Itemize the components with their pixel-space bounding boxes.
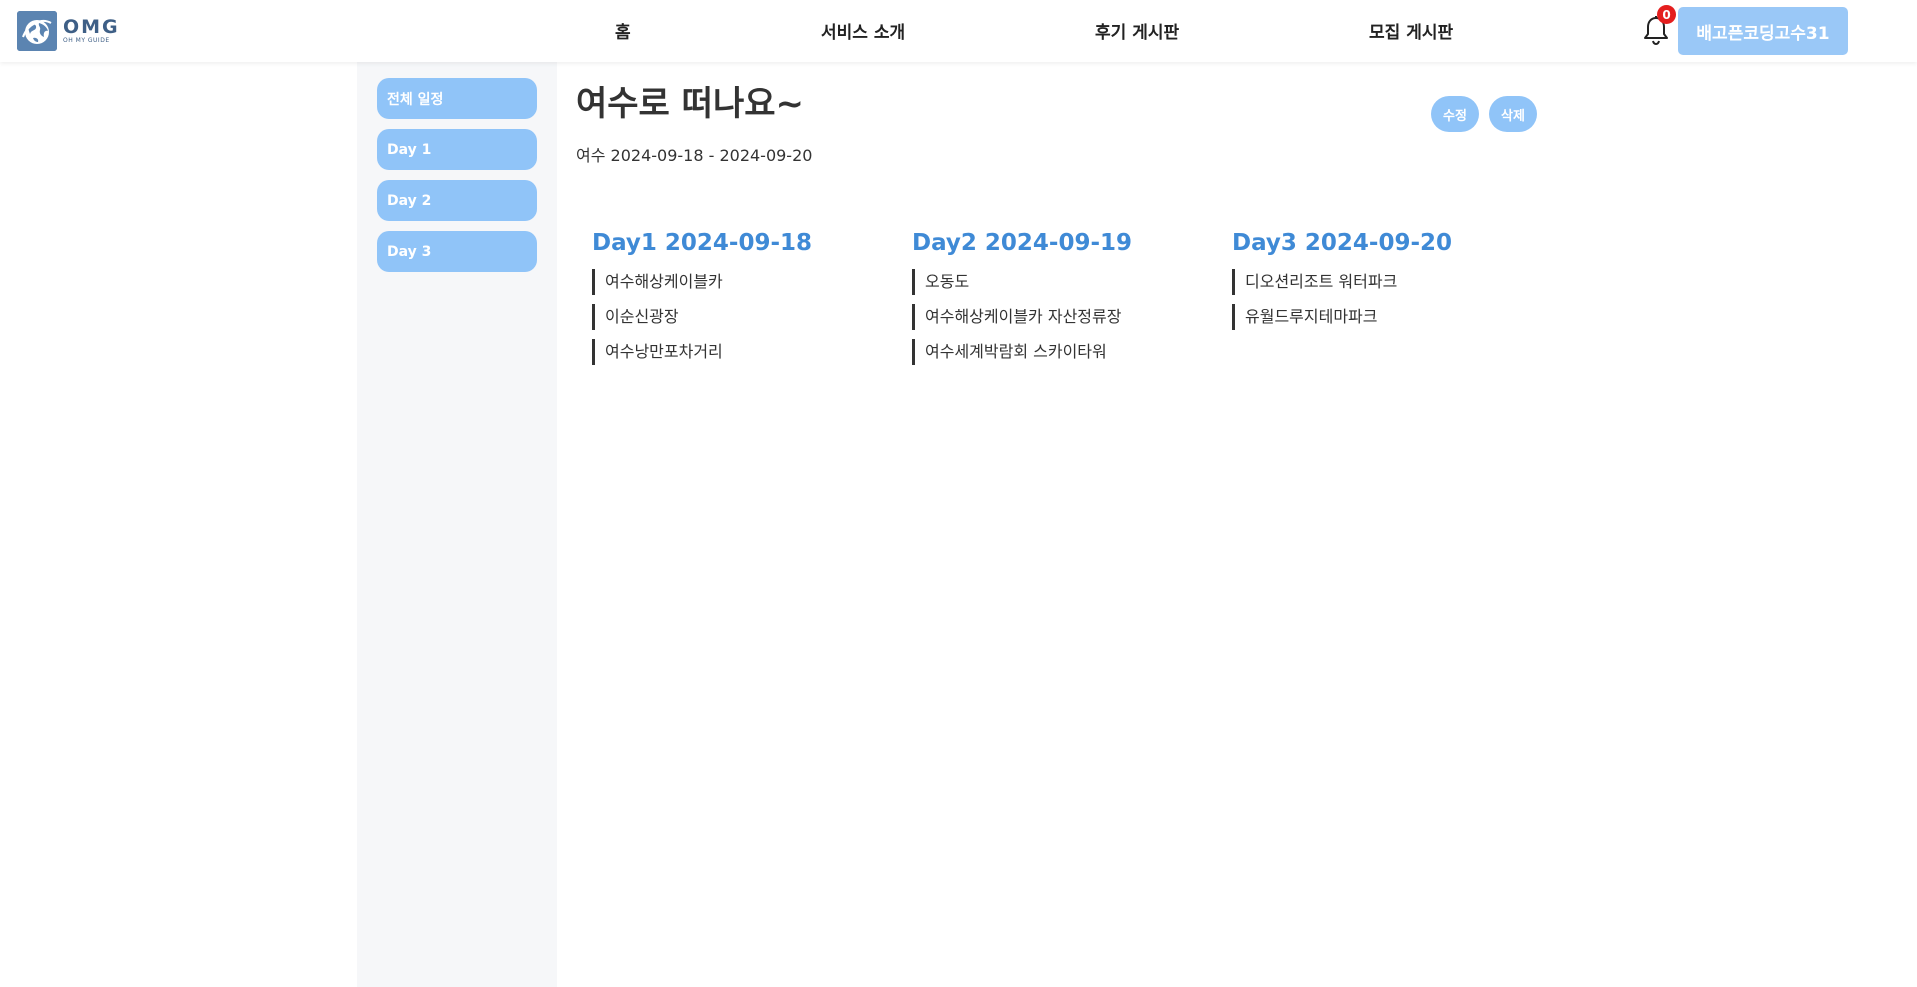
day-heading: Day2 2024-09-19 <box>912 230 1133 256</box>
nav-recruit-board[interactable]: 모집 게시판 <box>1369 18 1453 43</box>
sidebar-item-all-schedule[interactable]: 전체 일정 <box>377 78 537 119</box>
place-item: 이순신광장 <box>592 304 812 330</box>
place-item: 여수낭만포차거리 <box>592 339 812 365</box>
day-column-2: Day2 2024-09-19 오동도 여수해상케이블카 자산정류장 여수세계박… <box>912 226 1132 365</box>
edit-button[interactable]: 수정 <box>1431 96 1479 132</box>
day-heading: Day1 2024-09-18 <box>592 230 813 256</box>
nav-service-intro[interactable]: 서비스 소개 <box>821 18 905 43</box>
place-item: 여수해상케이블카 <box>592 269 812 295</box>
day-sidebar: 전체 일정 Day 1 Day 2 Day 3 <box>357 62 557 987</box>
place-item: 유월드루지테마파크 <box>1232 304 1452 330</box>
logo-subtitle: OH MY GUIDE <box>63 37 110 44</box>
day-column-1: Day1 2024-09-18 여수해상케이블카 이순신광장 여수낭만포차거리 <box>592 226 812 365</box>
place-item: 여수세계박람회 스카이타워 <box>912 339 1132 365</box>
globe-logo-icon <box>17 11 57 51</box>
nav-review-board[interactable]: 후기 게시판 <box>1095 18 1179 43</box>
sidebar-item-day-3[interactable]: Day 3 <box>377 231 537 272</box>
place-item: 여수해상케이블카 자산정류장 <box>912 304 1132 330</box>
nav-home[interactable]: 홈 <box>615 18 631 43</box>
day-column-3: Day3 2024-09-20 디오션리조트 워터파크 유월드루지테마파크 <box>1232 226 1452 330</box>
top-header: OMG OH MY GUIDE 홈 서비스 소개 후기 게시판 모집 게시판 0… <box>0 0 1917 62</box>
day-heading: Day3 2024-09-20 <box>1232 230 1453 256</box>
logo[interactable]: OMG OH MY GUIDE <box>17 11 120 51</box>
place-item: 디오션리조트 워터파크 <box>1232 269 1452 295</box>
trip-location-dates: 여수 2024-09-18 - 2024-09-20 <box>576 146 813 165</box>
place-item: 오동도 <box>912 269 1132 295</box>
sidebar-item-day-2[interactable]: Day 2 <box>377 180 537 221</box>
sidebar-item-day-1[interactable]: Day 1 <box>377 129 537 170</box>
page-title: 여수로 떠나요~ <box>576 84 805 124</box>
delete-button[interactable]: 삭제 <box>1489 96 1537 132</box>
logo-title: OMG <box>63 16 120 38</box>
logo-text: OMG OH MY GUIDE <box>63 17 120 45</box>
user-profile-button[interactable]: 배고픈코딩고수31 <box>1678 7 1848 55</box>
notification-badge: 0 <box>1657 5 1676 24</box>
